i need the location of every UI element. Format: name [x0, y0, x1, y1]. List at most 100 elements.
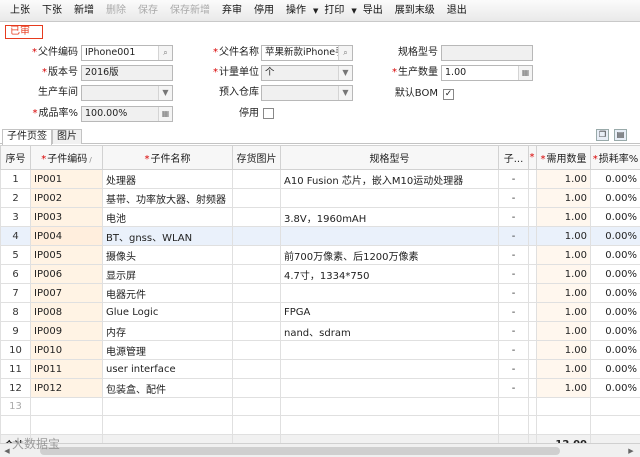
- table-row[interactable]: 11 IP011 user interface -1.00 0.00%: [0, 359, 640, 379]
- toolbar-button-6[interactable]: 弃审: [216, 0, 248, 22]
- cell-loss[interactable]: 0.00%: [590, 245, 640, 265]
- cell-empty[interactable]: [232, 340, 281, 360]
- cell-empty[interactable]: [498, 397, 529, 416]
- cell-code[interactable]: IP009: [30, 321, 103, 341]
- cell-code[interactable]: IP002: [30, 188, 103, 208]
- table-row[interactable]: 12 IP012 包装盒、配件 -1.00 0.00%: [0, 378, 640, 398]
- toolbar-button-11[interactable]: 展到末级: [389, 0, 441, 22]
- cell-spec[interactable]: [280, 378, 499, 398]
- cell-spec[interactable]: 4.7寸，1334*750: [280, 264, 499, 284]
- cell-name[interactable]: 基带、功率放大器、射频器: [102, 188, 233, 208]
- cell-qty[interactable]: 1.00: [536, 245, 591, 265]
- cell-qty[interactable]: 1.00: [536, 264, 591, 284]
- disabled-checkbox[interactable]: [263, 108, 274, 119]
- horizontal-scrollbar[interactable]: ◀ ▶: [0, 443, 640, 457]
- toolbar-button-0[interactable]: 上张: [4, 0, 36, 22]
- cell-sub[interactable]: -: [498, 207, 529, 227]
- cell-seq[interactable]: 6: [0, 264, 31, 284]
- cell-empty[interactable]: [232, 397, 281, 416]
- table-row[interactable]: 5 IP005 摄像头 前700万像素、后1200万像素 -1.00 0.00%: [0, 245, 640, 265]
- search-icon[interactable]: ⌕: [158, 46, 172, 60]
- cell-seq[interactable]: 4: [0, 226, 31, 246]
- cell-empty[interactable]: [102, 397, 233, 416]
- warehouse-field[interactable]: ▼: [261, 85, 353, 101]
- cell-name[interactable]: 处理器: [102, 169, 233, 189]
- cell-loss[interactable]: 0.00%: [590, 169, 640, 189]
- cell-qty[interactable]: 1.00: [536, 283, 591, 303]
- cell-empty[interactable]: [30, 397, 103, 416]
- scroll-left-icon[interactable]: ◀: [2, 446, 12, 456]
- toolbar-button-8[interactable]: 操作: [280, 0, 312, 22]
- cell-loss[interactable]: 0.00%: [590, 207, 640, 227]
- table-row[interactable]: 8 IP008 Glue Logic FPGA -1.00 0.00%: [0, 302, 640, 322]
- cell-seq[interactable]: 3: [0, 207, 31, 227]
- cell-sub[interactable]: -: [498, 226, 529, 246]
- cell-code[interactable]: IP010: [30, 340, 103, 360]
- yield-rate-field[interactable]: 100.00% ▦: [81, 106, 173, 122]
- table-row[interactable]: 4 IP004 BT、gnss、WLAN -1.00 0.00%: [0, 226, 640, 246]
- cell-code[interactable]: IP008: [30, 302, 103, 322]
- cell-qty[interactable]: 1.00: [536, 188, 591, 208]
- chevron-down-icon[interactable]: ▼: [338, 66, 352, 80]
- copy-icon[interactable]: ❐: [596, 129, 609, 141]
- cell-name[interactable]: 电器元件: [102, 283, 233, 303]
- parent-code-field[interactable]: IPhone001 ⌕: [81, 45, 173, 61]
- header-seq[interactable]: 序号: [0, 145, 31, 170]
- toolbar-button-2[interactable]: 新增: [68, 0, 100, 22]
- cell-spec[interactable]: [280, 188, 499, 208]
- cell-empty[interactable]: [590, 397, 640, 416]
- cell-code[interactable]: IP004: [30, 226, 103, 246]
- cell-sub[interactable]: -: [498, 378, 529, 398]
- toolbar-button-9[interactable]: 打印: [318, 0, 350, 22]
- cell-empty[interactable]: [528, 245, 537, 265]
- toolbar-button-7[interactable]: 停用: [248, 0, 280, 22]
- cell-name[interactable]: 电池: [102, 207, 233, 227]
- cell-loss[interactable]: 0.00%: [590, 378, 640, 398]
- table-row[interactable]: 9 IP009 内存 nand、sdram -1.00 0.00%: [0, 321, 640, 341]
- cell-sub[interactable]: -: [498, 321, 529, 341]
- cell-loss[interactable]: 0.00%: [590, 302, 640, 322]
- cell-seq[interactable]: 10: [0, 340, 31, 360]
- scroll-right-icon[interactable]: ▶: [626, 446, 636, 456]
- table-row[interactable]: 1 IP001 处理器 A10 Fusion 芯片，嵌入M10运动处理器 -1.00 0.…: [0, 169, 640, 189]
- cell-code[interactable]: IP003: [30, 207, 103, 227]
- cell-qty[interactable]: 1.00: [536, 340, 591, 360]
- calculator-icon[interactable]: ▦: [158, 107, 172, 121]
- cell-empty[interactable]: [528, 397, 537, 416]
- cell-seq[interactable]: 7: [0, 283, 31, 303]
- cell-name[interactable]: 内存: [102, 321, 233, 341]
- cell-seq[interactable]: 2: [0, 188, 31, 208]
- cell-sub[interactable]: -: [498, 302, 529, 322]
- toolbar-button-12[interactable]: 退出: [441, 0, 473, 22]
- cell-seq[interactable]: 13: [0, 397, 31, 416]
- cell-empty[interactable]: [528, 264, 537, 284]
- toolbar-button-10[interactable]: 导出: [357, 0, 389, 22]
- toolbar-button-3[interactable]: 删除: [100, 0, 132, 22]
- toolbar-button-1[interactable]: 下张: [36, 0, 68, 22]
- cell-name[interactable]: 显示屏: [102, 264, 233, 284]
- cell-qty[interactable]: 1.00: [536, 302, 591, 322]
- table-row[interactable]: 3 IP003 电池 3.8V，1960mAH -1.00 0.00%: [0, 207, 640, 227]
- cell-name[interactable]: Glue Logic: [102, 302, 233, 322]
- cell-name[interactable]: BT、gnss、WLAN: [102, 226, 233, 246]
- unit-field[interactable]: 个 ▼: [261, 65, 353, 81]
- cell-empty[interactable]: [232, 264, 281, 284]
- table-row[interactable]: 2 IP002 基带、功率放大器、射频器 -1.00 0.00%: [0, 188, 640, 208]
- cell-empty[interactable]: [528, 378, 537, 398]
- cell-spec[interactable]: 3.8V，1960mAH: [280, 207, 499, 227]
- cell-sub[interactable]: -: [498, 340, 529, 360]
- cell-empty[interactable]: [232, 226, 281, 246]
- cell-empty[interactable]: [536, 397, 591, 416]
- table-row[interactable]: 6 IP006 显示屏 4.7寸，1334*750-1.00 0.00%: [0, 264, 640, 284]
- cell-spec[interactable]: [280, 283, 499, 303]
- cell-sub[interactable]: -: [498, 283, 529, 303]
- cell-qty[interactable]: 1.00: [536, 169, 591, 189]
- chevron-down-icon[interactable]: ▼: [338, 86, 352, 100]
- header-image[interactable]: 存货图片: [232, 145, 281, 170]
- cell-name[interactable]: 电源管理: [102, 340, 233, 360]
- table-row-empty[interactable]: 13: [0, 397, 640, 416]
- version-field[interactable]: 2016版: [81, 65, 173, 81]
- header-loss[interactable]: *损耗率%: [590, 145, 640, 170]
- cell-empty[interactable]: [528, 169, 537, 189]
- cell-code[interactable]: IP012: [30, 378, 103, 398]
